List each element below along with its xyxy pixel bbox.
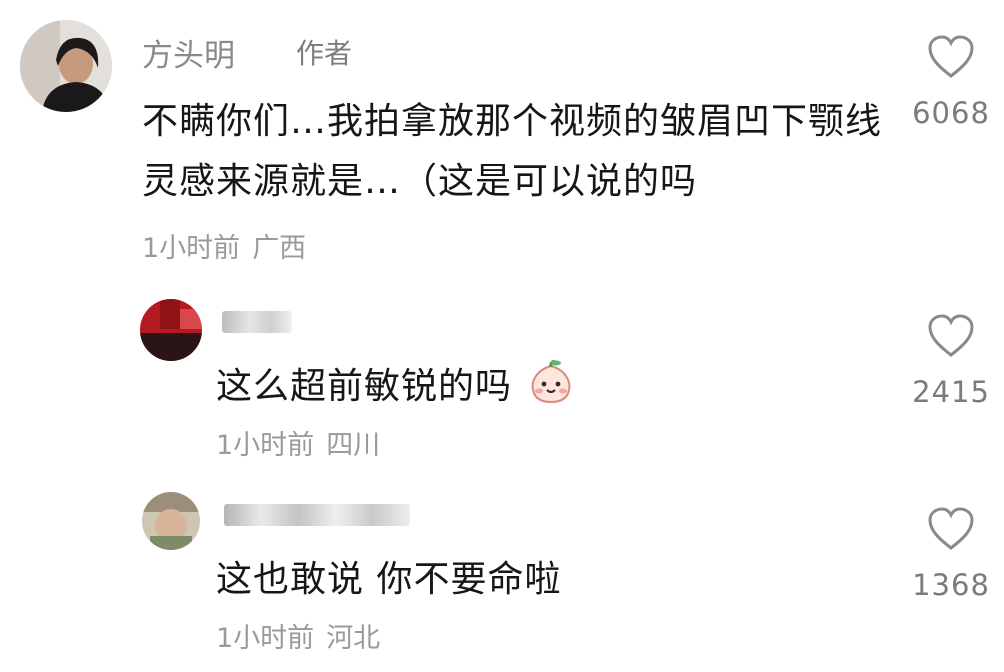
like-count: 2415 <box>912 375 990 409</box>
heart-outline-icon[interactable] <box>926 506 976 552</box>
like-count: 1368 <box>912 568 990 602</box>
like-count: 6068 <box>912 96 990 130</box>
comment-item: 这么超前敏锐的吗 1小时前 四川 2415 <box>0 285 1004 475</box>
like-button[interactable]: 6068 <box>906 34 996 130</box>
comment-meta: 1小时前 广西 <box>142 226 306 265</box>
peach-face-emoji <box>532 359 571 404</box>
author-badge: 作者 <box>296 37 353 70</box>
heart-outline-icon[interactable] <box>926 34 976 80</box>
avatar[interactable] <box>140 299 202 361</box>
comment-location: 河北 <box>326 623 381 654</box>
comment-text: 不瞒你们…我拍拿放那个视频的皱眉凹下颚线灵感来源就是…（这是可以说的吗 <box>142 101 883 202</box>
comment-text-content: 这么超前敏锐的吗 <box>216 366 513 407</box>
comment-text: 这也敢说 你不要命啦 <box>216 559 562 600</box>
comment-location: 四川 <box>326 430 381 461</box>
username-blurred[interactable] <box>224 504 410 526</box>
comment-meta: 1小时前 河北 <box>216 616 380 655</box>
comment-time: 1小时前 <box>142 233 241 264</box>
username[interactable]: 方头明 <box>142 30 235 75</box>
comment-text: 这么超前敏锐的吗 <box>216 357 574 417</box>
comment-item: 方头明 作者 不瞒你们…我拍拿放那个视频的皱眉凹下颚线灵感来源就是…（这是可以说… <box>0 0 1004 270</box>
heart-outline-icon[interactable] <box>926 313 976 359</box>
avatar[interactable] <box>20 20 112 112</box>
comment-time: 1小时前 <box>216 430 315 461</box>
username-blurred[interactable] <box>222 311 292 333</box>
like-button[interactable]: 2415 <box>906 313 996 409</box>
comment-item: 这也敢说 你不要命啦 1小时前 河北 1368 <box>0 480 1004 672</box>
comment-location: 广西 <box>252 233 307 264</box>
comment-time: 1小时前 <box>216 623 315 654</box>
comment-meta: 1小时前 四川 <box>216 423 380 462</box>
avatar[interactable] <box>142 492 200 550</box>
like-button[interactable]: 1368 <box>906 506 996 602</box>
